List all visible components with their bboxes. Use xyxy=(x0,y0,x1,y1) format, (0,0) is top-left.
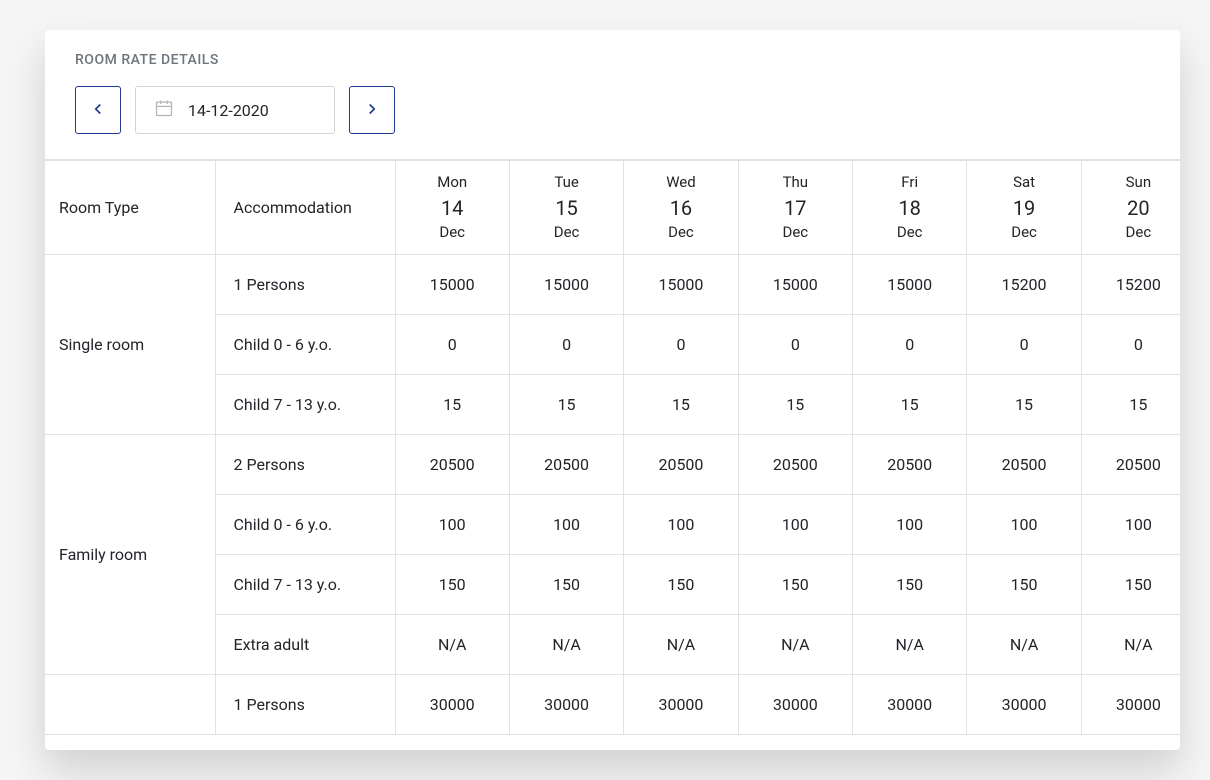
rate-cell[interactable]: 100 xyxy=(738,495,852,555)
col-day-3: Thu 17 Dec xyxy=(738,161,852,255)
rate-cell[interactable]: 20500 xyxy=(509,435,623,495)
accommodation-cell: Extra adult xyxy=(215,615,395,675)
accommodation-cell: Child 0 - 6 y.o. xyxy=(215,495,395,555)
rate-cell[interactable]: 15 xyxy=(1081,375,1180,435)
accommodation-cell: 2 Persons xyxy=(215,435,395,495)
col-day-1: Tue 15 Dec xyxy=(509,161,623,255)
col-room-type: Room Type xyxy=(45,161,215,255)
rate-cell[interactable]: 20500 xyxy=(1081,435,1180,495)
rate-cell[interactable]: 100 xyxy=(509,495,623,555)
rate-cell[interactable]: N/A xyxy=(967,615,1081,675)
table-row: Child 7 - 13 y.o.150150150150150150150 xyxy=(45,555,1180,615)
rate-cell[interactable]: 0 xyxy=(509,315,623,375)
rate-cell[interactable]: 100 xyxy=(853,495,967,555)
rate-cell[interactable]: 150 xyxy=(738,555,852,615)
table-row: Child 0 - 6 y.o.100100100100100100100 xyxy=(45,495,1180,555)
table-row: Family room2 Persons20500205002050020500… xyxy=(45,435,1180,495)
table-row: Extra adultN/AN/AN/AN/AN/AN/AN/A xyxy=(45,615,1180,675)
rate-cell[interactable]: 30000 xyxy=(509,675,623,735)
date-navigation: 14-12-2020 xyxy=(45,86,1180,134)
rate-cell[interactable]: 0 xyxy=(738,315,852,375)
rate-cell[interactable]: 20500 xyxy=(395,435,509,495)
rate-cell[interactable]: 15000 xyxy=(509,255,623,315)
rate-cell[interactable]: 30000 xyxy=(395,675,509,735)
rate-table: Room Type Accommodation Mon 14 Dec Tue 1… xyxy=(45,160,1180,735)
table-row: 1 Persons3000030000300003000030000300003… xyxy=(45,675,1180,735)
rate-cell[interactable]: 15 xyxy=(738,375,852,435)
next-day-button[interactable] xyxy=(349,86,395,134)
rate-cell[interactable]: 15 xyxy=(624,375,738,435)
rate-cell[interactable]: 0 xyxy=(395,315,509,375)
rate-cell[interactable]: N/A xyxy=(624,615,738,675)
room-rate-card: ROOM RATE DETAILS 14-12-2020 Room Type A… xyxy=(45,30,1180,750)
rate-cell[interactable]: N/A xyxy=(395,615,509,675)
accommodation-cell: Child 7 - 13 y.o. xyxy=(215,375,395,435)
rate-cell[interactable]: 15 xyxy=(509,375,623,435)
rate-cell[interactable]: N/A xyxy=(738,615,852,675)
rate-cell[interactable]: 100 xyxy=(395,495,509,555)
rate-cell[interactable]: 20500 xyxy=(738,435,852,495)
rate-cell[interactable]: 30000 xyxy=(1081,675,1180,735)
rate-cell[interactable]: 15000 xyxy=(738,255,852,315)
rate-cell[interactable]: 150 xyxy=(624,555,738,615)
table-row: Single room1 Persons15000150001500015000… xyxy=(45,255,1180,315)
rate-cell[interactable]: 0 xyxy=(624,315,738,375)
rate-cell[interactable]: 15000 xyxy=(624,255,738,315)
header-row: Room Type Accommodation Mon 14 Dec Tue 1… xyxy=(45,161,1180,255)
rate-cell[interactable]: 15000 xyxy=(395,255,509,315)
accommodation-cell: Child 7 - 13 y.o. xyxy=(215,555,395,615)
prev-day-button[interactable] xyxy=(75,86,121,134)
col-day-4: Fri 18 Dec xyxy=(853,161,967,255)
card-title: ROOM RATE DETAILS xyxy=(45,52,1180,86)
accommodation-cell: 1 Persons xyxy=(215,255,395,315)
rate-cell[interactable]: 15200 xyxy=(967,255,1081,315)
rate-cell[interactable]: 15 xyxy=(395,375,509,435)
rate-cell[interactable]: 100 xyxy=(624,495,738,555)
rate-cell[interactable]: 150 xyxy=(395,555,509,615)
chevron-left-icon xyxy=(89,100,107,121)
rate-cell[interactable]: 20500 xyxy=(624,435,738,495)
rate-cell[interactable]: N/A xyxy=(509,615,623,675)
rate-cell[interactable]: 20500 xyxy=(853,435,967,495)
room-type-cell: Family room xyxy=(45,435,215,675)
date-picker[interactable]: 14-12-2020 xyxy=(135,86,335,134)
calendar-icon xyxy=(154,98,174,122)
rate-cell[interactable]: 15000 xyxy=(853,255,967,315)
rate-cell[interactable]: 15 xyxy=(967,375,1081,435)
col-accommodation: Accommodation xyxy=(215,161,395,255)
rate-cell[interactable]: 20500 xyxy=(967,435,1081,495)
rate-cell[interactable]: 15 xyxy=(853,375,967,435)
col-day-5: Sat 19 Dec xyxy=(967,161,1081,255)
table-row: Child 0 - 6 y.o.0000000 xyxy=(45,315,1180,375)
rate-cell[interactable]: N/A xyxy=(1081,615,1180,675)
rate-cell[interactable]: N/A xyxy=(853,615,967,675)
rate-cell[interactable]: 30000 xyxy=(853,675,967,735)
rate-cell[interactable]: 150 xyxy=(967,555,1081,615)
table-row: Child 7 - 13 y.o.15151515151515 xyxy=(45,375,1180,435)
col-day-0: Mon 14 Dec xyxy=(395,161,509,255)
room-type-cell xyxy=(45,675,215,735)
rate-cell[interactable]: 30000 xyxy=(738,675,852,735)
col-day-2: Wed 16 Dec xyxy=(624,161,738,255)
room-type-cell: Single room xyxy=(45,255,215,435)
accommodation-cell: 1 Persons xyxy=(215,675,395,735)
rate-cell[interactable]: 0 xyxy=(853,315,967,375)
rate-cell[interactable]: 150 xyxy=(509,555,623,615)
chevron-right-icon xyxy=(363,100,381,121)
rate-cell[interactable]: 15200 xyxy=(1081,255,1180,315)
rate-table-wrap: Room Type Accommodation Mon 14 Dec Tue 1… xyxy=(45,159,1180,735)
rate-cell[interactable]: 150 xyxy=(853,555,967,615)
rate-cell[interactable]: 150 xyxy=(1081,555,1180,615)
col-day-6: Sun 20 Dec xyxy=(1081,161,1180,255)
rate-cell[interactable]: 100 xyxy=(967,495,1081,555)
accommodation-cell: Child 0 - 6 y.o. xyxy=(215,315,395,375)
rate-cell[interactable]: 30000 xyxy=(967,675,1081,735)
rate-cell[interactable]: 100 xyxy=(1081,495,1180,555)
rate-cell[interactable]: 0 xyxy=(1081,315,1180,375)
rate-cell[interactable]: 0 xyxy=(967,315,1081,375)
rate-cell[interactable]: 30000 xyxy=(624,675,738,735)
date-value: 14-12-2020 xyxy=(188,101,269,120)
